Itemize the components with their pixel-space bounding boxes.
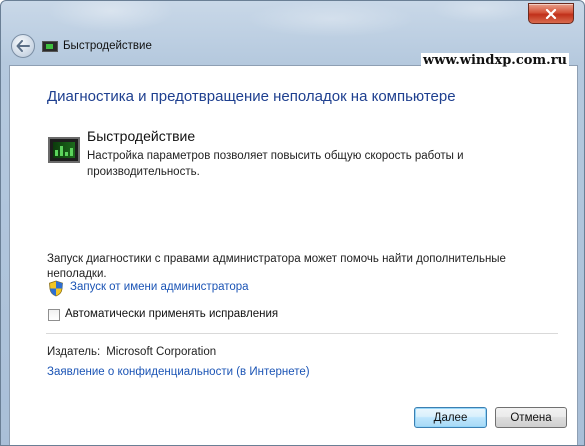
next-button[interactable]: Далее (414, 407, 487, 428)
divider (46, 333, 558, 334)
dialog-window: Быстродействие www.windxp.com.ru Диагнос… (0, 0, 585, 446)
back-arrow-icon (16, 40, 30, 52)
watermark: www.windxp.com.ru (421, 53, 569, 68)
performance-monitor-icon (42, 40, 58, 52)
run-as-admin-link[interactable]: Запуск от имени администратора (70, 281, 249, 293)
admin-note: Запуск диагностики с правами администрат… (47, 253, 506, 280)
back-button[interactable] (11, 34, 35, 58)
uac-shield-icon (49, 280, 63, 297)
publisher-value: Microsoft Corporation (106, 346, 217, 358)
page-title: Диагностика и предотвращение неполадок н… (47, 88, 456, 105)
task-description: Настройка параметров позволяет повысить … (87, 150, 464, 178)
performance-monitor-icon (48, 137, 80, 163)
auto-fix-checkbox[interactable] (48, 309, 60, 321)
close-button[interactable] (528, 3, 574, 24)
breadcrumb: Быстродействие (42, 37, 152, 55)
auto-fix-label[interactable]: Автоматически применять исправления (65, 308, 278, 320)
privacy-statement-link[interactable]: Заявление о конфиденциальности (в Интерн… (47, 366, 310, 378)
task-name: Быстродействие (87, 128, 196, 144)
content-panel: www.windxp.com.ru Диагностика и предотвр… (9, 53, 578, 445)
breadcrumb-title: Быстродействие (63, 40, 152, 52)
publisher-label: Издатель: (47, 346, 101, 358)
publisher-info: Издатель: Microsoft Corporation (47, 346, 216, 358)
close-icon (545, 8, 557, 19)
cancel-button[interactable]: Отмена (495, 407, 567, 428)
